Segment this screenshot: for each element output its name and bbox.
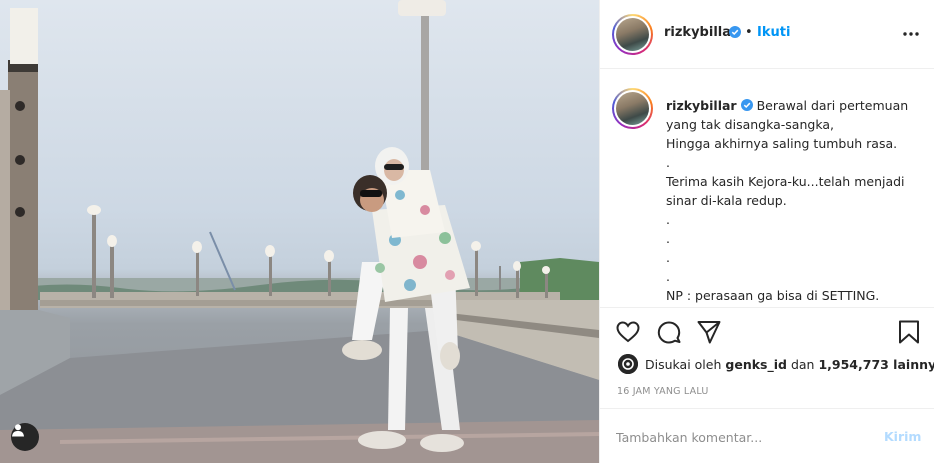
user-tag-button[interactable] [11,423,39,451]
liker-logo-icon [618,354,638,374]
bookmark-icon[interactable] [896,319,922,345]
post-caption: rizkybillar Berawal dari pertemuan yang … [600,70,934,308]
likes-prefix: Disukai oleh [645,356,722,372]
post-side-panel: rizkybillar • Ikuti rizkybillar Berawal … [599,0,934,463]
header-username[interactable]: rizkybillar [664,25,737,40]
likes-count[interactable]: 1,954,773 lainnya [818,357,934,372]
caption-body: rizkybillar Berawal dari pertemuan yang … [666,96,928,305]
caption-username[interactable]: rizkybillar [666,98,737,113]
comment-icon[interactable] [656,319,682,345]
send-comment-button[interactable]: Kirim [884,429,921,444]
verified-badge-icon [740,99,753,111]
likes-middle: dan [790,356,815,372]
liker-avatar[interactable] [618,354,638,374]
likes-user[interactable]: genks_id [725,357,787,372]
post-photo[interactable] [0,0,599,463]
avatar[interactable] [612,14,653,55]
comment-form: Kirim [600,408,934,463]
post-timestamp[interactable]: 16 JAM YANG LALU [617,386,709,397]
share-icon[interactable] [696,319,722,345]
verified-badge-icon [729,26,741,38]
likes-summary[interactable]: Disukai oleh genks_id dan 1,954,773 lain… [618,354,934,374]
more-options-icon[interactable] [901,24,921,44]
post-header: rizkybillar • Ikuti [600,0,934,69]
photo-scene [0,0,599,463]
follow-button[interactable]: Ikuti [757,25,790,40]
caption-avatar[interactable] [612,88,653,129]
separator-dot: • [745,25,753,40]
user-tag-icon [12,424,24,437]
heart-icon[interactable] [615,319,641,345]
post-actions: Disukai oleh genks_id dan 1,954,773 lain… [600,309,934,409]
caption-text: Berawal dari pertemuan yang tak disangka… [666,98,909,303]
comment-input[interactable] [616,427,866,447]
